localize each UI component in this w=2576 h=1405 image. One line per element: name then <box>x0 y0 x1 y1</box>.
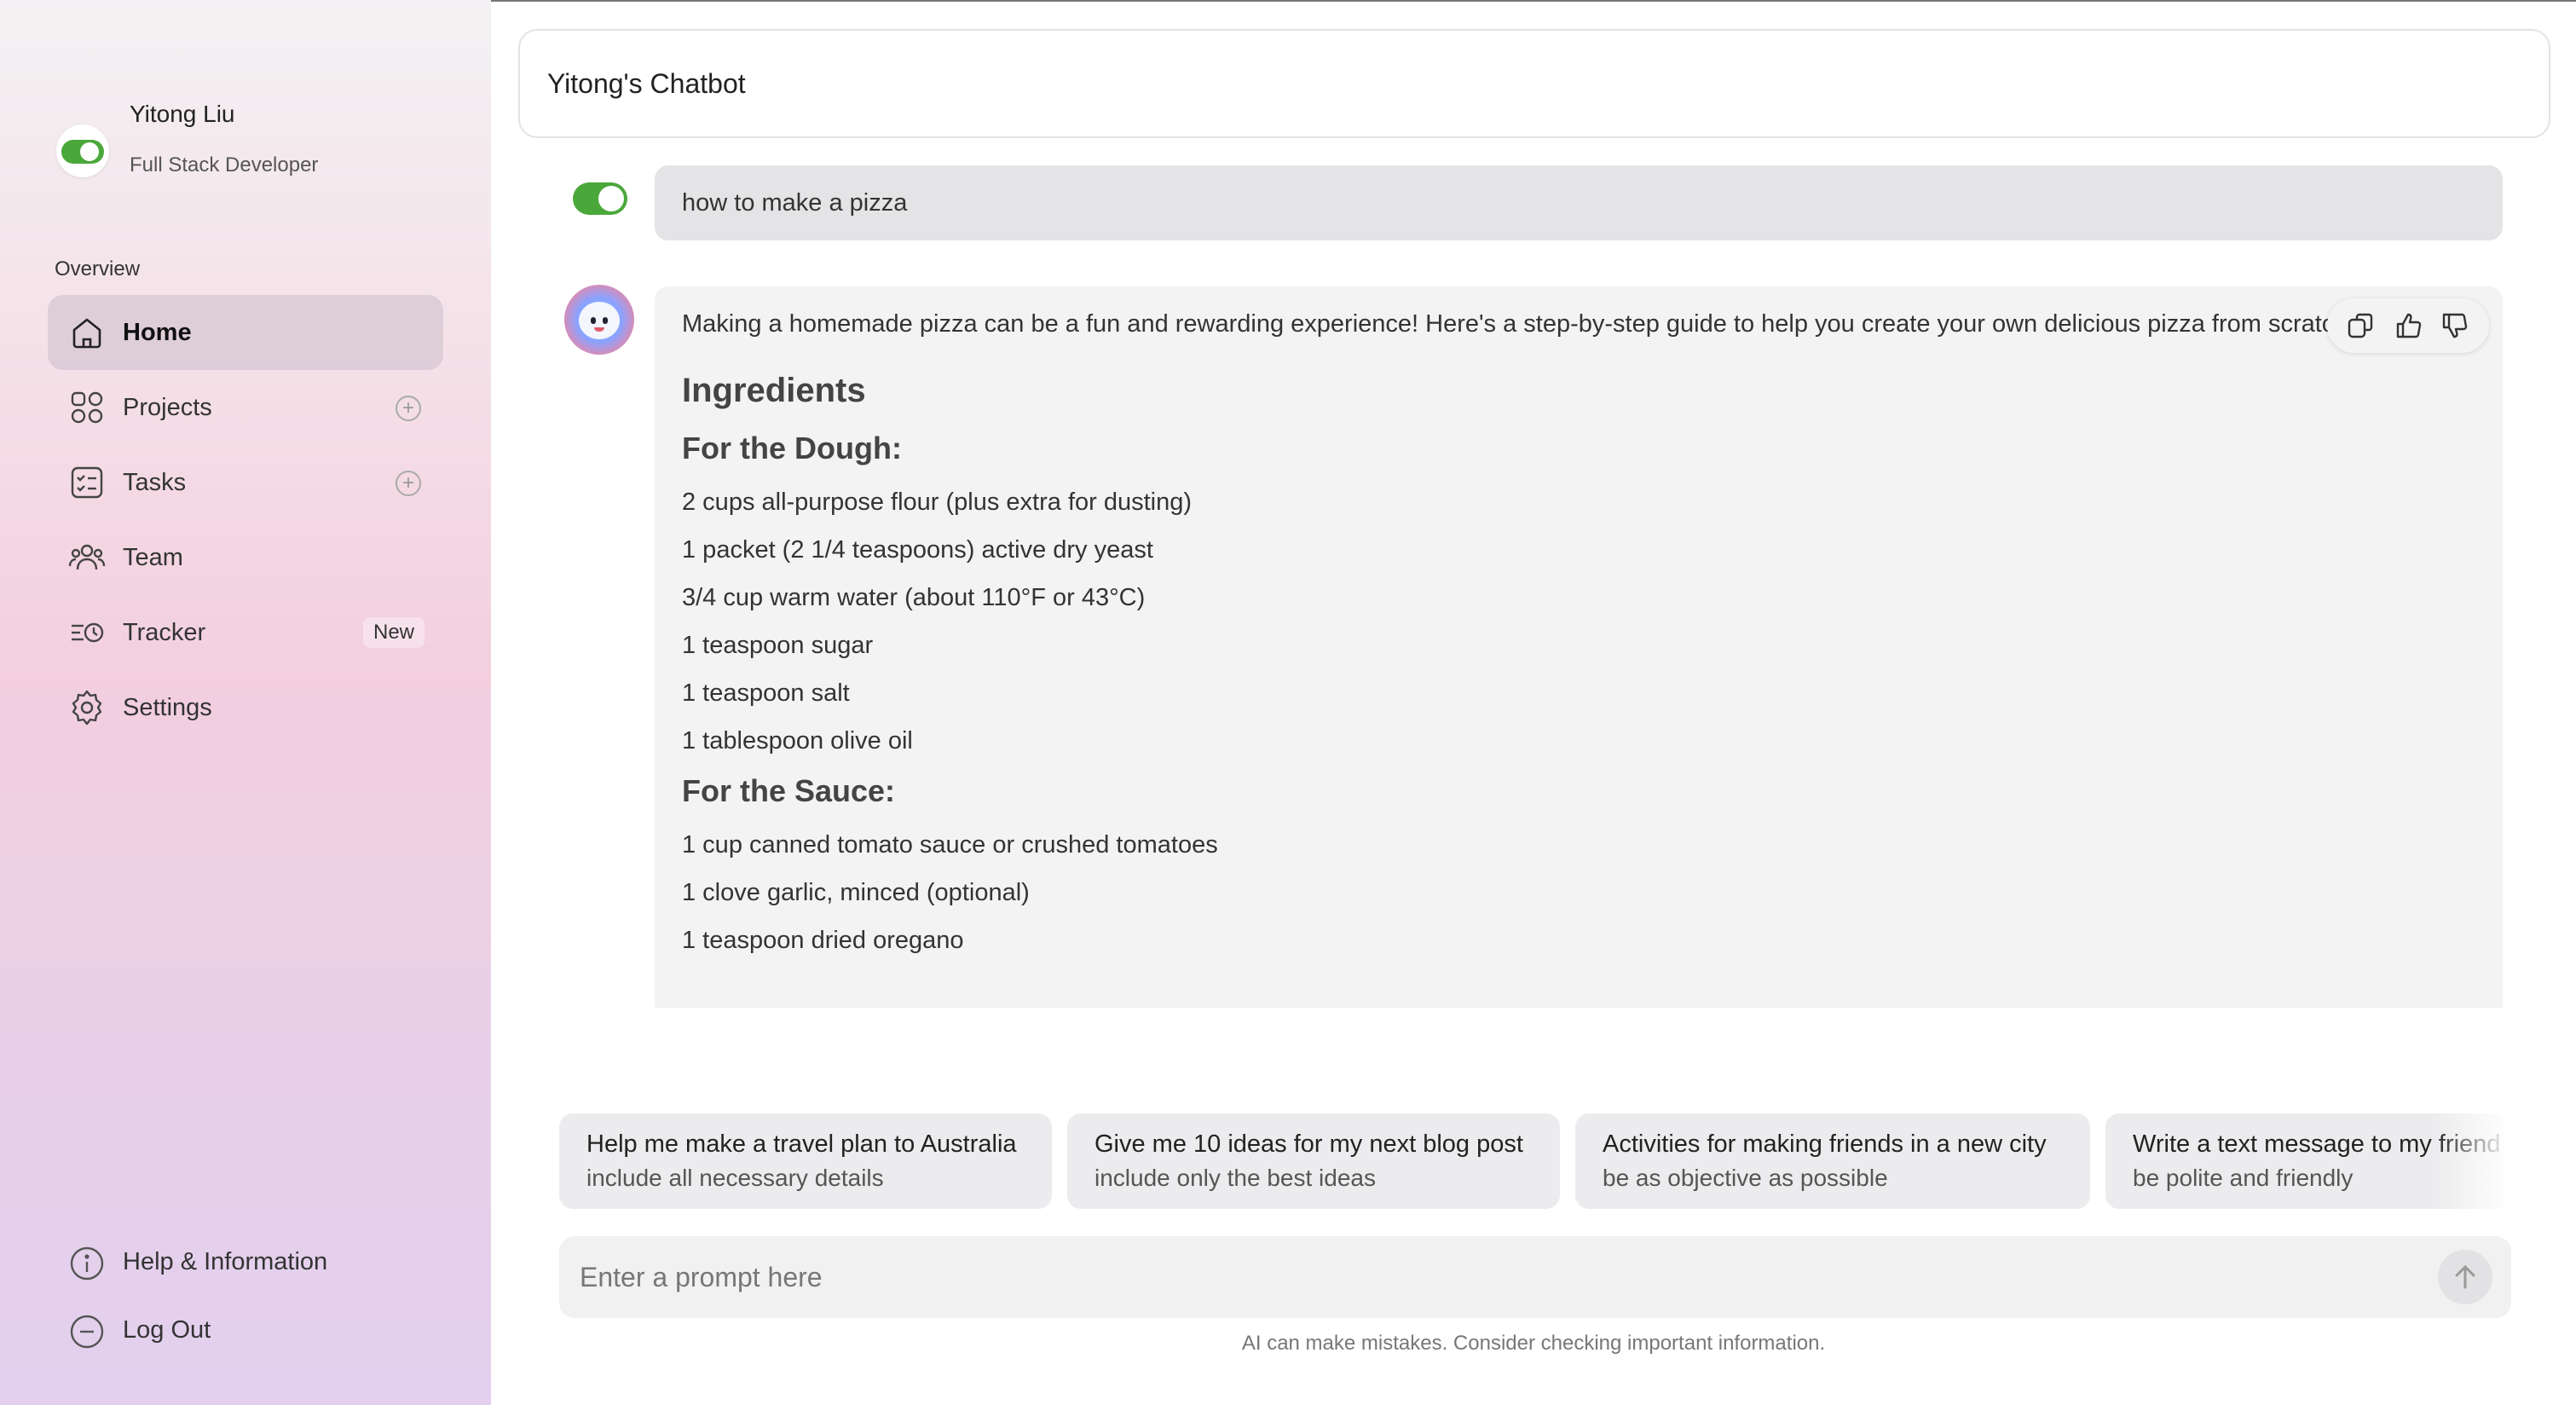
sidebar-item-settings[interactable]: Settings <box>48 670 443 745</box>
suggestion-title: Help me make a travel plan to Australia <box>586 1130 1017 1158</box>
list-item: 3/4 cup warm water (about 110°F or 43°C) <box>682 584 1146 611</box>
sidebar-item-label: Projects <box>123 393 212 421</box>
sidebar-item-team[interactable]: Team <box>48 520 443 595</box>
info-icon <box>70 1246 104 1281</box>
sidebar: Yitong Liu Full Stack Developer Overview… <box>0 0 491 1405</box>
suggestion-subtitle: include only the best ideas <box>1095 1165 1376 1191</box>
grid-icon <box>71 391 103 424</box>
bot-face <box>579 302 620 339</box>
user-message-row: how to make a pizza <box>573 165 2503 240</box>
sidebar-item-label: Home <box>123 318 192 346</box>
list-item: 1 cup canned tomato sauce or crushed tom… <box>682 831 1218 859</box>
logout-icon <box>70 1315 104 1349</box>
send-button[interactable] <box>2438 1250 2492 1304</box>
bot-message-content: Making a homemade pizza can be a fun and… <box>682 307 2387 964</box>
sidebar-item-label: Tracker <box>123 618 206 646</box>
suggestion-subtitle: be polite and friendly <box>2133 1165 2354 1191</box>
suggestion-chips: Help me make a travel plan to Australia … <box>559 1113 2511 1209</box>
sidebar-item-label: Team <box>123 543 183 571</box>
dough-heading: For the Dough: <box>682 431 902 465</box>
user-message-toggle[interactable] <box>573 182 627 215</box>
user-profile: Yitong Liu Full Stack Developer <box>56 97 448 191</box>
sidebar-item-projects[interactable]: Projects + <box>48 370 443 445</box>
sidebar-item-home[interactable]: Home <box>48 295 443 370</box>
sidebar-item-label: Tasks <box>123 468 187 496</box>
ingredients-heading: Ingredients <box>682 372 866 409</box>
top-divider <box>491 0 2576 2</box>
suggestion-card[interactable]: Help me make a travel plan to Australia … <box>559 1113 1052 1209</box>
checklist-icon <box>71 466 103 499</box>
thumbs-down-icon[interactable] <box>2440 310 2470 341</box>
prompt-box <box>559 1236 2511 1318</box>
add-project-button[interactable]: + <box>396 396 421 421</box>
status-toggle[interactable] <box>56 124 109 177</box>
log-out-link[interactable]: Log Out <box>48 1296 443 1364</box>
suggestion-card[interactable]: Activities for making friends in a new c… <box>1575 1113 2090 1209</box>
bot-avatar <box>564 285 634 355</box>
sidebar-item-label: Settings <box>123 693 212 721</box>
page-title: Yitong's Chatbot <box>547 68 746 99</box>
list-item: 1 tablespoon olive oil <box>682 727 913 755</box>
suggestion-card[interactable]: Give me 10 ideas for my next blog post i… <box>1067 1113 1560 1209</box>
list-item: 1 packet (2 1/4 teaspoons) active dry ye… <box>682 536 1153 564</box>
home-icon <box>72 318 101 349</box>
bot-eye <box>603 317 608 324</box>
suggestions-fade <box>2434 1113 2511 1209</box>
sidebar-item-tracker[interactable]: Tracker New <box>48 595 443 670</box>
suggestion-subtitle: be as objective as possible <box>1603 1165 1888 1191</box>
bot-mouth <box>594 327 604 332</box>
list-item: 1 teaspoon salt <box>682 679 850 707</box>
user-name: Yitong Liu <box>130 101 235 127</box>
thumbs-up-icon[interactable] <box>2394 310 2424 341</box>
sauce-heading: For the Sauce: <box>682 773 896 808</box>
help-information-label: Help & Information <box>123 1248 328 1275</box>
list-item: 1 clove garlic, minced (optional) <box>682 879 1030 906</box>
bot-eye <box>591 317 596 324</box>
list-item: 2 cups all-purpose flour (plus extra for… <box>682 489 1193 516</box>
log-out-label: Log Out <box>123 1316 211 1344</box>
suggestion-title: Give me 10 ideas for my next blog post <box>1095 1130 1523 1158</box>
user-role: Full Stack Developer <box>130 153 319 176</box>
toggle-knob <box>598 186 624 211</box>
section-label-overview: Overview <box>55 257 141 280</box>
user-message-bubble: how to make a pizza <box>655 165 2503 240</box>
suggestion-title: Activities for making friends in a new c… <box>1603 1130 2047 1158</box>
list-item: 1 teaspoon dried oregano <box>682 927 964 954</box>
bot-message-bubble: Making a homemade pizza can be a fun and… <box>655 286 2503 1008</box>
suggestion-subtitle: include all necessary details <box>586 1165 884 1191</box>
gear-icon <box>72 690 102 726</box>
sidebar-bottom-links: Help & Information Log Out <box>48 1228 443 1364</box>
prompt-input[interactable] <box>580 1252 2421 1303</box>
bot-intro-text: Making a homemade pizza can be a fun and… <box>682 310 2355 338</box>
tracker-icon <box>72 622 104 643</box>
help-information-link[interactable]: Help & Information <box>48 1228 443 1296</box>
sidebar-nav: Home Projects + Tasks + Team Tracker New… <box>48 295 443 745</box>
new-badge: New <box>362 617 425 648</box>
message-actions <box>2327 298 2489 353</box>
list-item: 1 teaspoon sugar <box>682 632 874 659</box>
disclaimer-text: AI can make mistakes. Consider checking … <box>1241 1332 1826 1355</box>
sidebar-item-tasks[interactable]: Tasks + <box>48 445 443 520</box>
copy-icon[interactable] <box>2346 310 2377 341</box>
user-message-text: how to make a pizza <box>682 189 908 217</box>
toggle-knob <box>80 142 99 161</box>
arrow-up-icon <box>2455 1265 2475 1289</box>
team-icon <box>68 544 106 570</box>
chat-header: Yitong's Chatbot <box>518 29 2550 138</box>
add-task-button[interactable]: + <box>396 471 421 496</box>
